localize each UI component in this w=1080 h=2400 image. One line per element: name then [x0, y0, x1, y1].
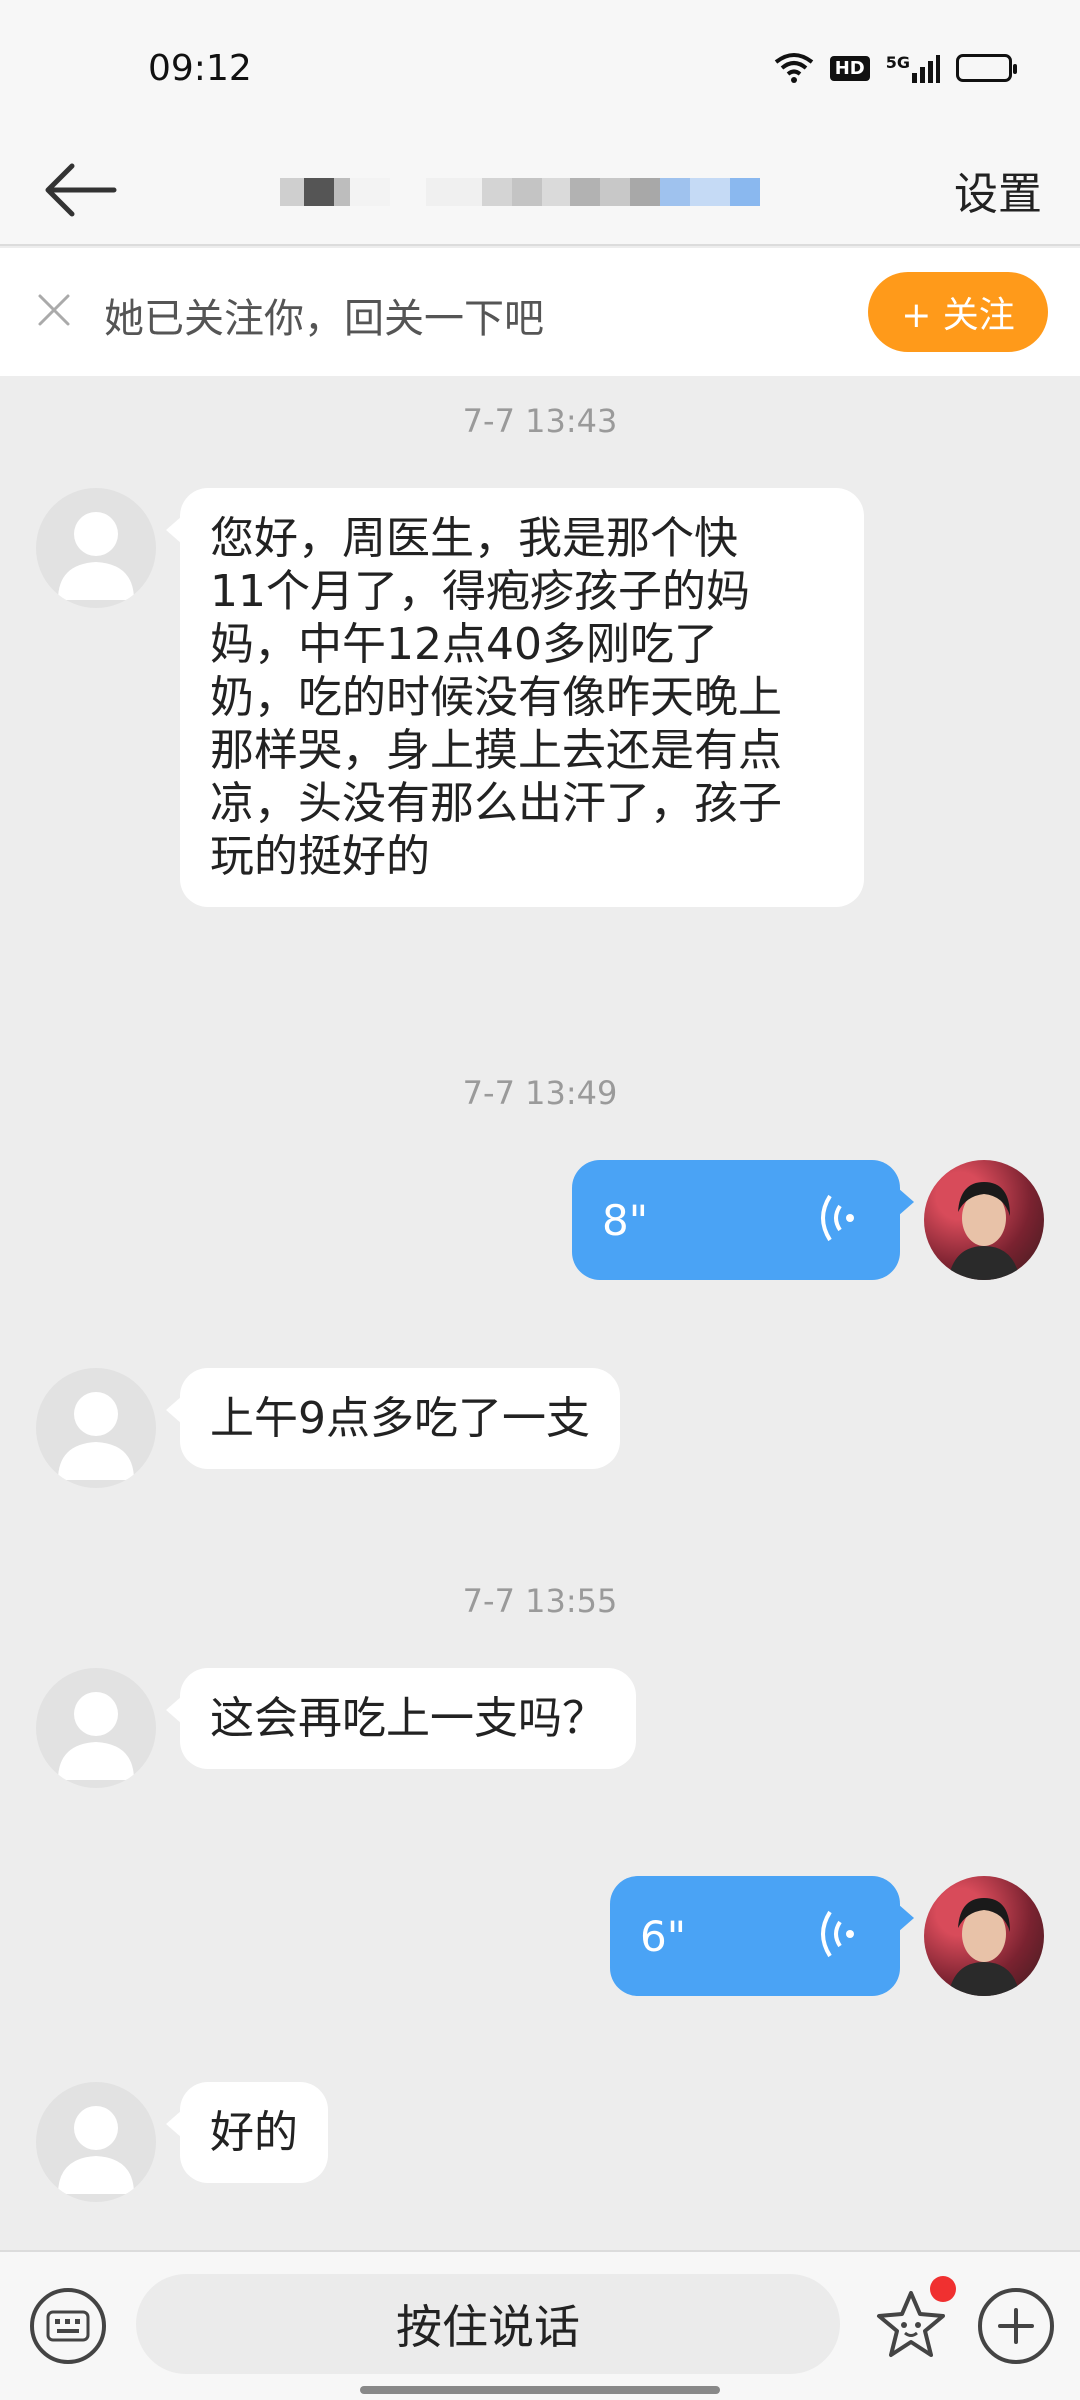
voice-wave-icon: [821, 1194, 854, 1242]
status-time: 09:12: [148, 48, 252, 89]
network-label: 5G: [885, 53, 910, 72]
contact-avatar[interactable]: [36, 488, 156, 608]
back-button[interactable]: [40, 150, 120, 230]
default-avatar-icon: [58, 1392, 134, 1480]
incoming-message-bubble[interactable]: 这会再吃上一支吗？: [166, 1668, 636, 1769]
more-options-button[interactable]: [978, 2288, 1054, 2364]
user-photo-icon: [948, 1898, 1020, 1996]
message-line: 玩的挺好的: [210, 831, 430, 882]
message-text: 上午9点多吃了一支: [210, 1393, 590, 1444]
notification-dot: [930, 2276, 956, 2302]
hd-badge: HD: [829, 55, 870, 81]
input-bar: 按住说话: [0, 2250, 1080, 2400]
battery-icon: [956, 54, 1017, 82]
settings-button[interactable]: 设置: [954, 158, 1042, 222]
contact-avatar[interactable]: [36, 1668, 156, 1788]
status-icons: HD 5G: [774, 52, 1017, 84]
back-arrow-icon: [45, 163, 117, 217]
user-photo-icon: [948, 1182, 1020, 1280]
voice-wave-icon: [821, 1910, 854, 1958]
my-avatar[interactable]: [924, 1876, 1044, 1996]
message-line: 凉，头没有那么出汗了，孩子: [210, 778, 782, 829]
signal-icon: 5G: [886, 53, 940, 83]
nav-bar: 设置: [0, 140, 1080, 246]
message-timestamp: 7-7 13:55: [462, 1582, 618, 1620]
message-text: 好的: [210, 2107, 298, 2158]
wifi-icon: [774, 52, 814, 84]
message-timestamp: 7-7 13:49: [462, 1074, 618, 1112]
plus-icon: [998, 2308, 1034, 2344]
close-icon[interactable]: [30, 286, 78, 334]
incoming-message-bubble[interactable]: 上午9点多吃了一支: [166, 1368, 620, 1469]
contact-avatar[interactable]: [36, 1368, 156, 1488]
message-timestamp: 7-7 13:43: [462, 402, 618, 440]
banner-text: 她已关注你，回关一下吧: [104, 296, 544, 342]
default-avatar-icon: [58, 512, 134, 600]
default-avatar-icon: [58, 1692, 134, 1780]
follow-back-banner: 她已关注你，回关一下吧 + 关注: [0, 248, 1080, 376]
message-line: 11个月了，得疱疹孩子的妈: [210, 566, 750, 617]
emoji-button[interactable]: [866, 2276, 956, 2370]
status-bar: 09:12 HD 5G: [0, 0, 1080, 140]
message-line: 那样哭，身上摸上去还是有点: [210, 725, 782, 776]
voice-duration: 8": [602, 1196, 649, 1245]
my-avatar[interactable]: [924, 1160, 1044, 1280]
message-text: 这会再吃上一支吗？: [210, 1693, 606, 1744]
incoming-message-bubble[interactable]: 好的: [166, 2082, 328, 2183]
voice-duration: 6": [640, 1912, 687, 1961]
contact-avatar[interactable]: [36, 2082, 156, 2202]
outgoing-voice-message[interactable]: 8": [572, 1160, 914, 1280]
incoming-message-bubble[interactable]: 您好，周医生，我是那个快 11个月了，得疱疹孩子的妈 妈，中午12点40多刚吃了…: [166, 488, 864, 907]
keyboard-icon: [46, 2310, 90, 2342]
message-line: 奶，吃的时候没有像昨天晚上: [210, 672, 782, 723]
push-to-talk-button[interactable]: 按住说话: [136, 2274, 840, 2374]
follow-button[interactable]: + 关注: [868, 272, 1048, 352]
message-line: 妈，中午12点40多刚吃了: [210, 619, 718, 670]
chat-title-redacted: [280, 164, 800, 220]
default-avatar-icon: [58, 2106, 134, 2194]
outgoing-voice-message[interactable]: 6": [610, 1876, 914, 1996]
keyboard-toggle-button[interactable]: [30, 2288, 106, 2364]
message-line: 您好，周医生，我是那个快: [210, 513, 738, 564]
home-indicator[interactable]: [360, 2386, 720, 2394]
